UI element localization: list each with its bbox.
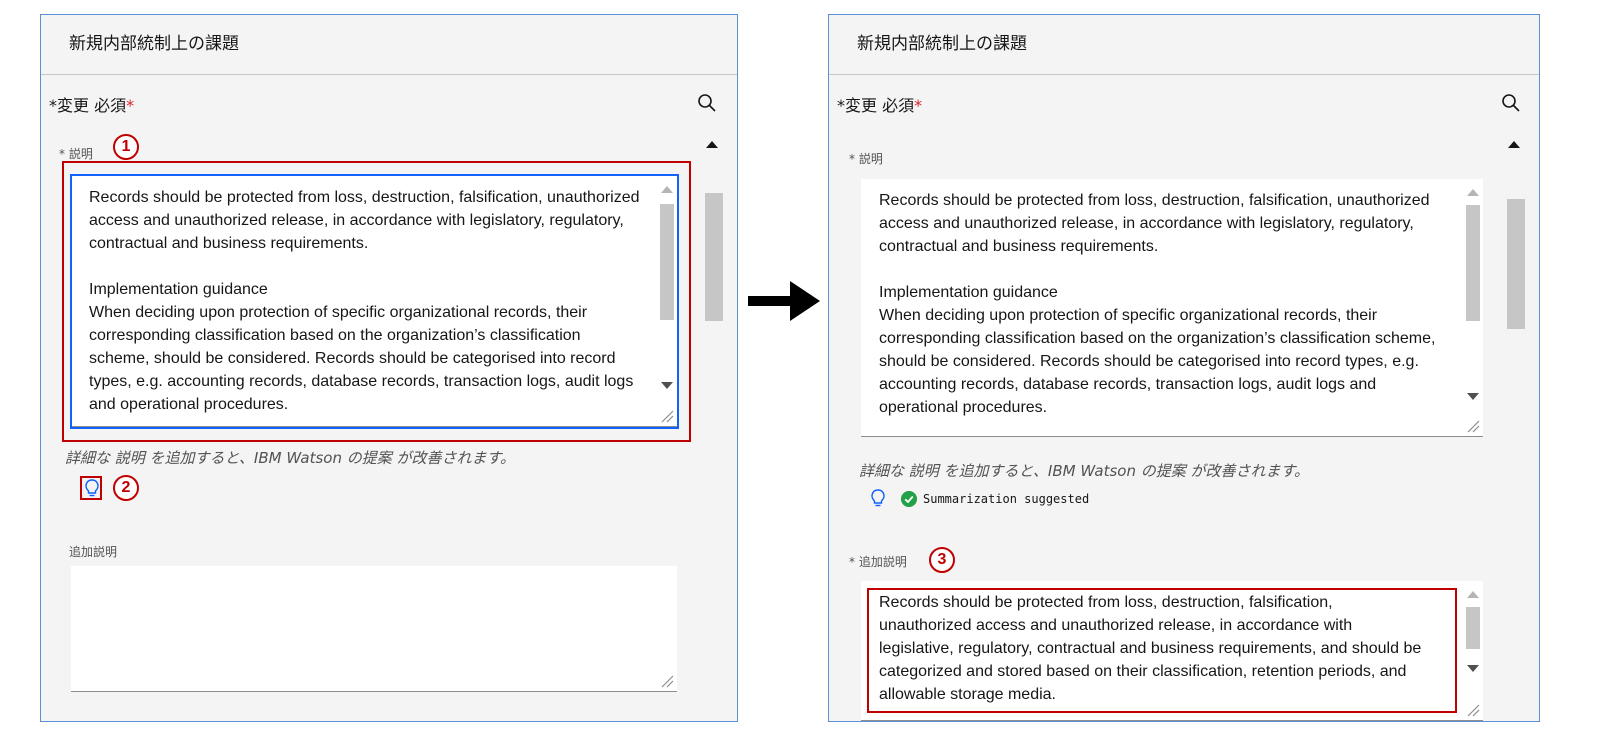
required-prefix: * — [49, 96, 57, 115]
search-icon[interactable] — [697, 93, 717, 113]
required-prefix: * — [837, 96, 845, 115]
annotation-badge-3: 3 — [929, 547, 955, 573]
right-panel: 新規内部統制上の課題 *変更 必須* * 説明 Records should b… — [828, 14, 1540, 722]
required-star: * — [914, 96, 923, 115]
annotation-badge-2: 2 — [113, 475, 139, 501]
required-star: * — [126, 96, 135, 115]
resize-grip-icon[interactable] — [1466, 419, 1480, 433]
search-icon[interactable] — [1501, 93, 1521, 113]
panel-title: 新規内部統制上の課題 — [41, 15, 737, 75]
description-paragraph-1: Records should be protected from loss, d… — [879, 192, 1430, 255]
additional-description-label: * 追加説明 — [849, 555, 907, 569]
panel-scroll-thumb[interactable] — [705, 193, 723, 321]
description-paragraph-2: When deciding upon protection of specifi… — [879, 307, 1436, 416]
annotation-box-bulb — [80, 476, 102, 500]
description-textarea[interactable]: Records should be protected from loss, d… — [861, 179, 1483, 437]
scroll-up-arrow[interactable] — [1467, 591, 1479, 598]
required-field-label: *変更 必須* — [837, 92, 922, 116]
scroll-down-arrow[interactable] — [1467, 393, 1479, 400]
panel-scroll-up-arrow[interactable] — [706, 141, 718, 148]
focus-outline — [70, 174, 679, 429]
description-label: * 説明 — [59, 147, 93, 161]
additional-scrollbar[interactable] — [1461, 581, 1483, 720]
scroll-down-arrow[interactable] — [1467, 665, 1479, 672]
lightbulb-icon[interactable] — [869, 488, 887, 508]
scroll-thumb[interactable] — [1466, 607, 1480, 649]
left-panel: 新規内部統制上の課題 *変更 必須* * 説明 Records should b… — [40, 14, 738, 722]
required-text: 変更 必須 — [57, 96, 127, 115]
required-text: 変更 必須 — [845, 96, 915, 115]
panel-scroll-up-arrow[interactable] — [1508, 141, 1520, 148]
resize-grip-icon[interactable] — [660, 674, 674, 688]
panel-scroll-thumb[interactable] — [1507, 199, 1525, 329]
checkmark-icon — [901, 491, 917, 507]
description-text: Records should be protected from loss, d… — [879, 189, 1451, 419]
panel-scrollbar[interactable] — [701, 131, 723, 721]
panel-scrollbar[interactable] — [1503, 131, 1525, 721]
description-label: * 説明 — [849, 152, 883, 166]
scroll-thumb[interactable] — [1466, 205, 1480, 321]
summarization-status: Summarization suggested — [923, 492, 1090, 506]
helper-text: 詳細な 説明 を追加すると、IBM Watson の提案 が改善されます。 — [65, 449, 515, 467]
description-scrollbar[interactable] — [1461, 179, 1483, 436]
arrow-right-icon — [748, 281, 820, 321]
panel-title: 新規内部統制上の課題 — [829, 15, 1539, 75]
resize-grip-icon[interactable] — [1466, 703, 1480, 717]
additional-description-label: 追加説明 — [69, 545, 118, 559]
annotation-badge-1: 1 — [113, 134, 139, 160]
guidance-title: Implementation guidance — [879, 284, 1058, 301]
annotation-box-additional — [867, 588, 1457, 713]
additional-description-textarea[interactable] — [71, 566, 677, 692]
scroll-up-arrow[interactable] — [1467, 189, 1479, 196]
required-field-label: *変更 必須* — [49, 92, 134, 116]
helper-text: 詳細な 説明 を追加すると、IBM Watson の提案 が改善されます。 — [859, 462, 1309, 480]
